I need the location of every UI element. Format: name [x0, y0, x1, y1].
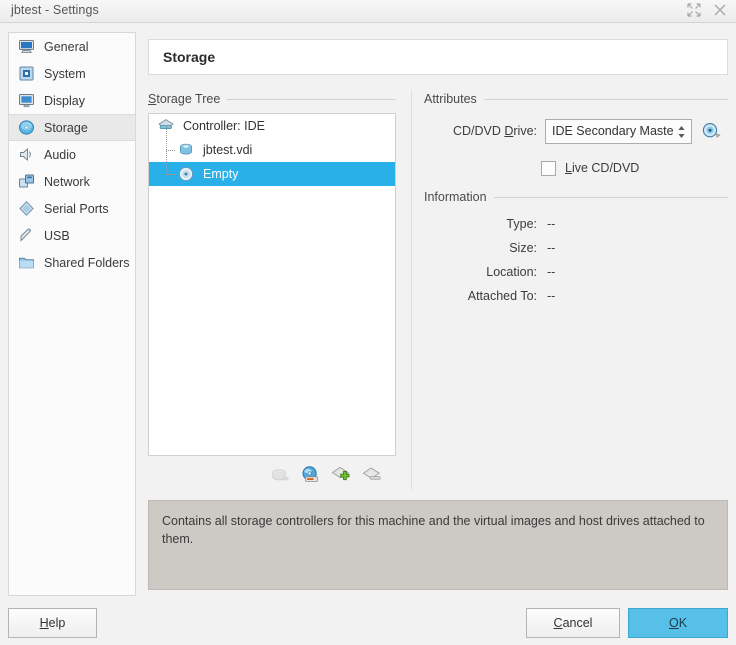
storage-tree[interactable]: Controller: IDE jbtest.vdi Empty	[148, 113, 396, 456]
cancel-button[interactable]: Cancel	[526, 608, 620, 638]
info-label: Size:	[509, 241, 537, 255]
hard-disk-icon	[177, 141, 195, 159]
window-title: jbtest - Settings	[11, 3, 99, 17]
info-value: --	[547, 217, 556, 231]
tree-row-label: jbtest.vdi	[203, 143, 253, 157]
window-controls	[686, 2, 728, 18]
info-label: Attached To:	[467, 289, 537, 303]
info-value: --	[547, 265, 556, 279]
settings-category-list[interactable]: General System Display Storage Audio Net…	[8, 32, 136, 596]
description-box: Contains all storage controllers for thi…	[148, 500, 728, 590]
sidebar-item-serial-ports[interactable]: Serial Ports	[9, 195, 135, 222]
tree-connector	[166, 126, 168, 150]
sidebar-item-audio[interactable]: Audio	[9, 141, 135, 168]
spinner-arrows-icon[interactable]	[676, 122, 687, 142]
network-cards-icon	[18, 173, 35, 190]
info-value: --	[547, 241, 556, 255]
cd-dvd-drive-select[interactable]: IDE Secondary Maste	[545, 118, 692, 144]
sidebar-item-label: System	[44, 66, 86, 81]
page-header: Storage	[148, 39, 728, 75]
storage-tree-toolbar[interactable]	[148, 461, 396, 489]
tree-connector	[166, 174, 175, 176]
attributes-label: Attributes	[424, 92, 477, 106]
sidebar-item-storage[interactable]: Storage	[9, 114, 135, 141]
divider-line	[227, 98, 396, 100]
maximize-icon[interactable]	[686, 2, 702, 18]
sidebar-item-display[interactable]: Display	[9, 87, 135, 114]
monitor-icon	[18, 38, 35, 55]
sidebar-item-general[interactable]: General	[9, 33, 135, 60]
tree-row-label: Controller: IDE	[183, 119, 265, 133]
help-button[interactable]: Help	[8, 608, 97, 638]
divider-line	[483, 98, 728, 100]
ok-button[interactable]: OK	[628, 608, 728, 638]
tree-row-hard-disk[interactable]: jbtest.vdi	[149, 126, 395, 162]
sidebar-item-label: Serial Ports	[44, 201, 109, 216]
close-icon[interactable]	[712, 2, 728, 18]
sidebar-item-shared-folders[interactable]: Shared Folders	[9, 249, 135, 276]
sidebar-item-label: Network	[44, 174, 90, 189]
sidebar-item-label: Audio	[44, 147, 76, 162]
information-group-title: Information	[424, 190, 728, 204]
live-cd-dvd-row: Live CD/DVD	[424, 157, 728, 179]
title-bar: jbtest - Settings	[0, 0, 736, 23]
info-row-location: Location: --	[424, 260, 728, 284]
info-row-attached-to: Attached To: --	[424, 284, 728, 308]
cd-dvd-drive-value: IDE Secondary Maste	[552, 124, 674, 138]
add-cd-dvd-button[interactable]	[300, 464, 322, 486]
information-label: Information	[424, 190, 487, 204]
panel-splitter[interactable]	[411, 90, 412, 490]
serial-port-icon	[18, 200, 35, 217]
divider-line	[493, 196, 728, 198]
sidebar-item-label: General	[44, 39, 89, 54]
sidebar-item-label: Display	[44, 93, 85, 108]
cd-dvd-select-icon[interactable]	[700, 120, 722, 142]
tree-row-empty-cd[interactable]: Empty	[149, 150, 395, 186]
display-icon	[18, 92, 35, 109]
info-row-size: Size: --	[424, 236, 728, 260]
storage-disc-icon	[18, 119, 35, 136]
cd-dvd-drive-row: CD/DVD Drive: IDE Secondary Maste	[424, 118, 728, 144]
info-value: --	[547, 289, 556, 303]
storage-tree-group-title: Storage Tree	[148, 92, 396, 106]
folder-icon	[18, 254, 35, 271]
speaker-icon	[18, 146, 35, 163]
add-controller-button[interactable]	[331, 464, 353, 486]
cd-dvd-icon	[177, 165, 195, 183]
sidebar-item-system[interactable]: System	[9, 60, 135, 87]
information-panel: Type: -- Size: -- Location: -- Attached …	[424, 212, 728, 308]
info-row-type: Type: --	[424, 212, 728, 236]
info-label: Type:	[506, 217, 537, 231]
info-label: Location:	[486, 265, 537, 279]
sidebar-item-usb[interactable]: USB	[9, 222, 135, 249]
sidebar-item-label: Shared Folders	[44, 255, 130, 270]
chip-icon	[18, 65, 35, 82]
live-cd-dvd-checkbox[interactable]	[541, 160, 556, 176]
attributes-group-title: Attributes	[424, 92, 728, 106]
tree-row-label: Empty	[203, 167, 239, 181]
storage-tree-label: Storage Tree	[148, 92, 221, 106]
add-hard-disk-button	[269, 464, 291, 486]
sidebar-item-network[interactable]: Network	[9, 168, 135, 195]
tree-connector	[166, 150, 168, 174]
sidebar-item-label: Storage	[44, 120, 88, 135]
live-cd-dvd-label[interactable]: Live CD/DVD	[565, 161, 639, 175]
page-title: Storage	[163, 49, 216, 65]
sidebar-item-label: USB	[44, 228, 70, 243]
remove-controller-button[interactable]	[362, 464, 384, 486]
tree-row-controller[interactable]: Controller: IDE	[149, 114, 395, 138]
cd-dvd-drive-label: CD/DVD Drive:	[452, 124, 537, 138]
usb-plug-icon	[18, 227, 35, 244]
